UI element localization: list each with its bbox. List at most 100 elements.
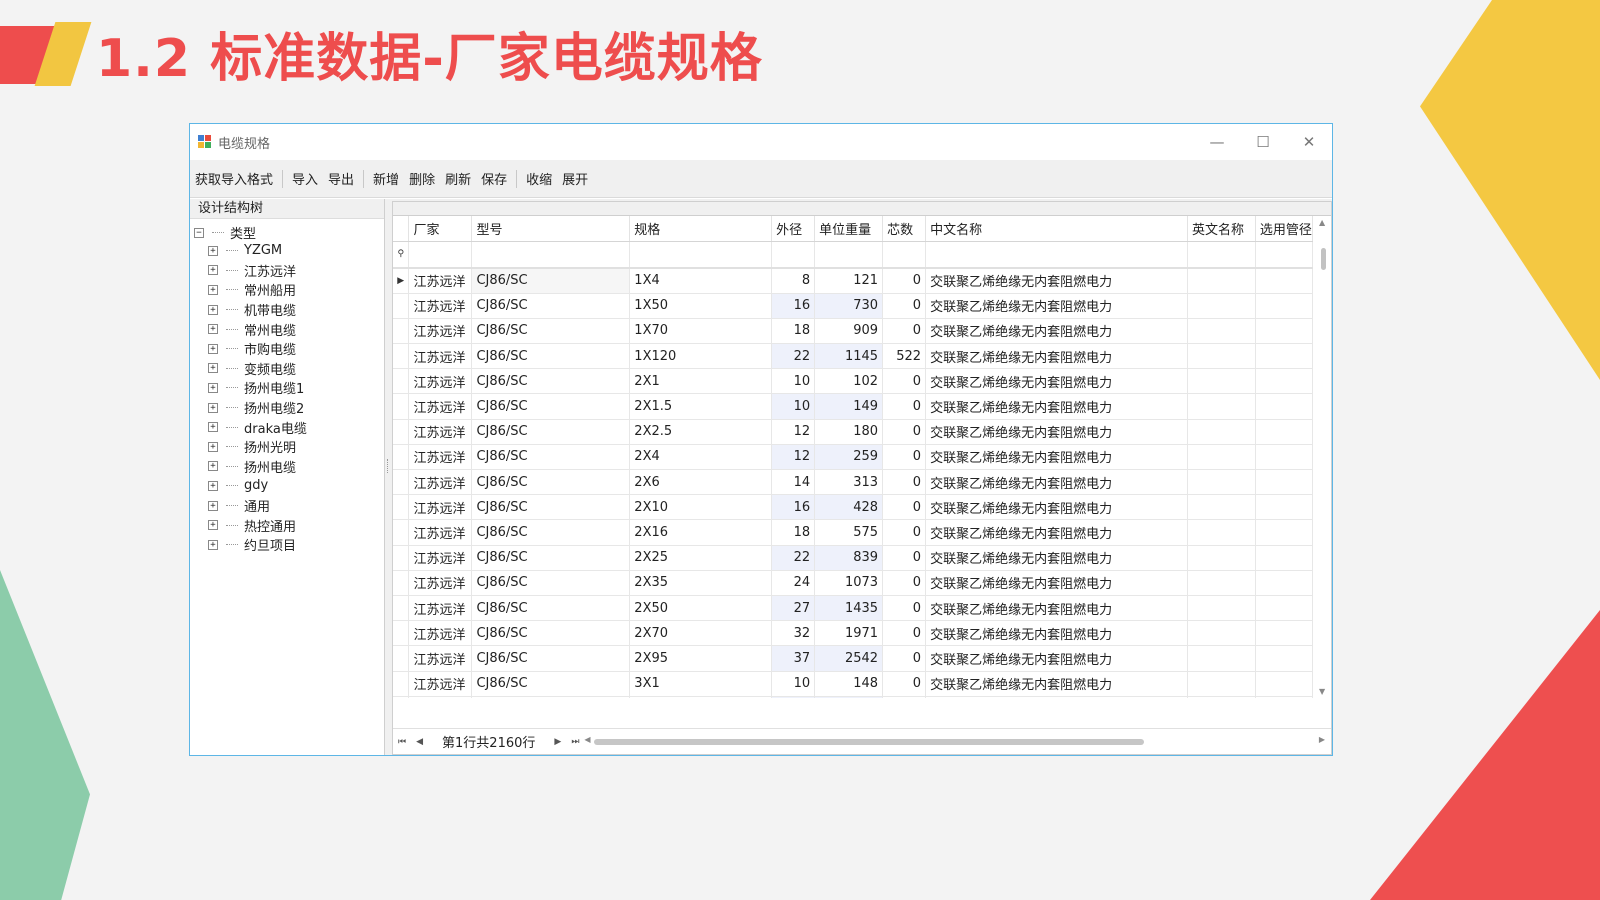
- table-cell[interactable]: 江苏远洋: [408, 645, 473, 672]
- column-header[interactable]: 选用管径: [1255, 216, 1313, 242]
- table-cell[interactable]: 149: [814, 393, 884, 420]
- expand-node-icon[interactable]: +: [208, 422, 218, 433]
- column-header[interactable]: 单位重量: [814, 216, 884, 242]
- table-cell[interactable]: 2X50: [629, 595, 773, 622]
- row-indicator[interactable]: [393, 671, 410, 697]
- table-cell[interactable]: 2X70: [629, 620, 773, 647]
- expand-node-icon[interactable]: +: [208, 480, 218, 491]
- row-indicator[interactable]: [393, 393, 410, 420]
- import-button[interactable]: 导入: [287, 169, 323, 188]
- filter-cell[interactable]: [408, 241, 473, 269]
- tree-node[interactable]: + 常州电缆: [208, 319, 307, 339]
- table-cell[interactable]: 0: [882, 444, 927, 471]
- table-cell[interactable]: [1187, 318, 1256, 345]
- expand-node-icon[interactable]: +: [208, 382, 218, 393]
- table-cell[interactable]: 2X4: [629, 444, 773, 471]
- table-cell[interactable]: CJ86/SC: [471, 696, 631, 698]
- table-row[interactable]: 江苏远洋 CJ86/SC 2X2.5 12 180 0 交联聚乙烯绝缘无内套阻燃电力: [393, 419, 1313, 445]
- table-row[interactable]: 江苏远洋 CJ86/SC 2X35 24 1073 0 交联聚乙烯绝缘无内套阻燃电力: [393, 570, 1313, 596]
- table-cell[interactable]: [1255, 444, 1313, 471]
- table-cell[interactable]: 2X2.5: [629, 419, 773, 445]
- table-cell[interactable]: 18: [771, 519, 816, 546]
- table-cell[interactable]: 交联聚乙烯绝缘无内套阻燃电力: [925, 696, 1188, 698]
- table-row[interactable]: 江苏远洋 CJ86/SC 3X1 10 148 0 交联聚乙烯绝缘无内套阻燃电力: [393, 671, 1313, 697]
- table-cell[interactable]: 575: [814, 519, 884, 546]
- filter-cell[interactable]: [925, 241, 1188, 269]
- table-cell[interactable]: 江苏远洋: [408, 494, 473, 521]
- expand-node-icon[interactable]: +: [208, 245, 218, 256]
- table-cell[interactable]: 27: [771, 595, 816, 622]
- table-row[interactable]: 江苏远洋 CJ86/SC 2X95 37 2542 0 交联聚乙烯绝缘无内套阻燃电力: [393, 645, 1313, 672]
- filter-cell[interactable]: [1187, 241, 1256, 269]
- horizontal-scroll-thumb[interactable]: [594, 738, 1145, 745]
- table-row[interactable]: 江苏远洋 CJ86/SC 2X16 18 575 0 交联聚乙烯绝缘无内套阻燃电力: [393, 519, 1313, 546]
- table-cell[interactable]: CJ86/SC: [471, 519, 631, 546]
- scroll-right-icon[interactable]: ▶: [1319, 735, 1325, 744]
- table-cell[interactable]: [1255, 393, 1313, 420]
- table-cell[interactable]: 0: [882, 318, 927, 345]
- row-indicator[interactable]: [393, 494, 410, 521]
- table-cell[interactable]: 江苏远洋: [408, 620, 473, 647]
- first-record-icon[interactable]: ⏮: [393, 737, 411, 747]
- table-cell[interactable]: 交联聚乙烯绝缘无内套阻燃电力: [925, 268, 1188, 294]
- maximize-button[interactable]: ☐: [1240, 124, 1286, 160]
- table-cell[interactable]: 8: [771, 268, 816, 294]
- column-header[interactable]: 型号: [471, 216, 631, 242]
- table-cell[interactable]: 313: [814, 469, 884, 496]
- row-indicator[interactable]: [393, 696, 410, 698]
- table-cell[interactable]: [1187, 545, 1256, 571]
- table-cell[interactable]: 0: [882, 570, 927, 596]
- table-cell[interactable]: 10: [771, 393, 816, 420]
- table-cell[interactable]: CJ86/SC: [471, 293, 631, 319]
- vertical-scroll-thumb[interactable]: [1321, 248, 1326, 270]
- table-row[interactable]: 江苏远洋CJ86/SC3X1.5111710交联聚乙烯绝缘无内套阻燃电力: [393, 696, 1313, 698]
- filter-icon[interactable]: ⚲: [393, 241, 410, 269]
- table-cell[interactable]: 交联聚乙烯绝缘无内套阻燃电力: [925, 545, 1188, 571]
- table-row[interactable]: 江苏远洋 CJ86/SC 2X1 10 102 0 交联聚乙烯绝缘无内套阻燃电力: [393, 368, 1313, 395]
- expand-node-icon[interactable]: +: [208, 500, 218, 511]
- table-cell[interactable]: CJ86/SC: [471, 343, 631, 370]
- table-cell[interactable]: [1187, 368, 1256, 395]
- tree-node[interactable]: + 机带电缆: [208, 300, 307, 320]
- tree-node[interactable]: + 扬州电缆2: [208, 398, 307, 418]
- next-record-icon[interactable]: ▶: [549, 737, 566, 747]
- column-header[interactable]: 芯数: [882, 216, 927, 242]
- close-button[interactable]: ✕: [1286, 124, 1332, 160]
- add-button[interactable]: 新增: [368, 169, 404, 188]
- table-cell[interactable]: 16: [771, 494, 816, 521]
- table-cell[interactable]: [1187, 645, 1256, 672]
- expand-node-icon[interactable]: +: [208, 304, 218, 315]
- table-cell[interactable]: 2X10: [629, 494, 773, 521]
- row-indicator[interactable]: [393, 444, 410, 471]
- column-header[interactable]: 厂家: [408, 216, 473, 242]
- table-cell[interactable]: [1187, 620, 1256, 647]
- filter-cell[interactable]: [882, 241, 927, 269]
- table-cell[interactable]: [1187, 268, 1256, 294]
- table-cell[interactable]: CJ86/SC: [471, 393, 631, 420]
- row-indicator[interactable]: [393, 469, 410, 496]
- table-cell[interactable]: 0: [882, 494, 927, 521]
- expand-node-icon[interactable]: +: [208, 520, 218, 531]
- table-cell[interactable]: 3X1: [629, 671, 773, 697]
- table-cell[interactable]: 0: [882, 620, 927, 647]
- row-indicator[interactable]: [393, 620, 410, 647]
- table-cell[interactable]: 22: [771, 545, 816, 571]
- table-cell[interactable]: 2X95: [629, 645, 773, 672]
- tree-node[interactable]: + YZGM: [208, 241, 307, 261]
- scroll-down-icon[interactable]: ▼: [1319, 687, 1325, 696]
- column-header[interactable]: 外径: [771, 216, 816, 242]
- expand-node-icon[interactable]: +: [208, 265, 218, 276]
- table-cell[interactable]: 2X25: [629, 545, 773, 571]
- expand-node-icon[interactable]: +: [208, 402, 218, 413]
- table-cell[interactable]: 1X50: [629, 293, 773, 319]
- table-cell[interactable]: 江苏远洋: [408, 519, 473, 546]
- table-row[interactable]: 江苏远洋 CJ86/SC 2X10 16 428 0 交联聚乙烯绝缘无内套阻燃电力: [393, 494, 1313, 521]
- collapse-button[interactable]: 收缩: [521, 169, 557, 188]
- tree-node[interactable]: + 扬州光明: [208, 437, 307, 457]
- table-cell[interactable]: [1187, 570, 1256, 596]
- table-cell[interactable]: 江苏远洋: [408, 393, 473, 420]
- scroll-left-icon[interactable]: ◀: [584, 735, 590, 744]
- table-cell[interactable]: 180: [814, 419, 884, 445]
- table-cell[interactable]: 江苏远洋: [408, 595, 473, 622]
- column-header[interactable]: 英文名称: [1187, 216, 1256, 242]
